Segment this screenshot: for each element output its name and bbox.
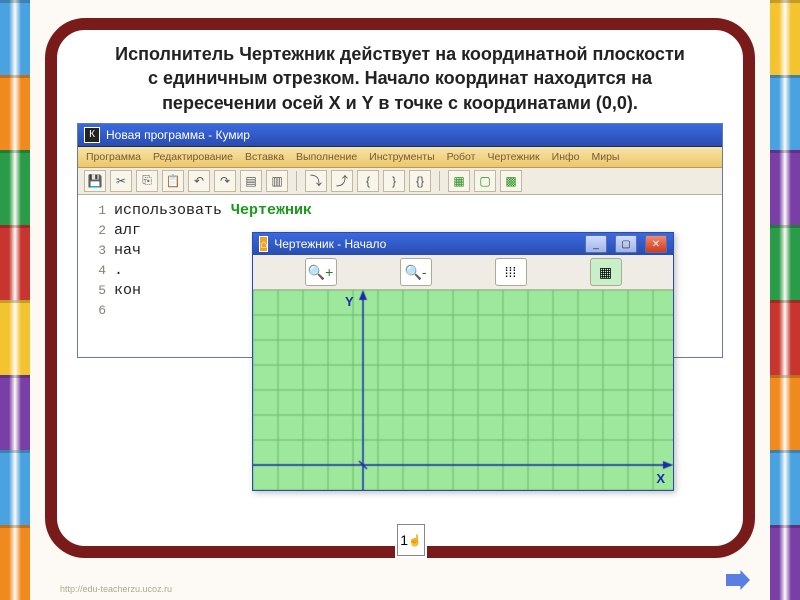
slide-frame: Исполнитель Чертежник действует на коорд…: [45, 18, 755, 558]
run-step-icon[interactable]: ⤵: [305, 170, 327, 192]
close-button[interactable]: ✕: [645, 235, 667, 253]
doc-icon[interactable]: ▤: [240, 170, 262, 192]
menu-item[interactable]: Инфо: [552, 151, 580, 163]
zoom-out-icon[interactable]: 🔍-: [400, 258, 432, 286]
doc2-icon[interactable]: ▥: [266, 170, 288, 192]
reset-view-icon[interactable]: ▦: [590, 258, 622, 286]
slide-title-line2: с единичным отрезком. Начало координат н…: [77, 66, 723, 90]
minimize-button[interactable]: _: [585, 235, 607, 253]
app-title: Новая программа - Кумир: [106, 128, 250, 142]
slide-title-line1: Исполнитель Чертежник действует на коорд…: [77, 42, 723, 66]
zoom-in-icon[interactable]: 🔍+: [305, 258, 337, 286]
cut-icon[interactable]: ✂: [110, 170, 132, 192]
slide-title: Исполнитель Чертежник действует на коорд…: [77, 42, 723, 115]
menu-item[interactable]: Выполнение: [296, 151, 357, 163]
x-axis-label: X: [656, 471, 665, 486]
brace-right-icon[interactable]: }: [383, 170, 405, 192]
app-titlebar: К Новая программа - Кумир: [78, 124, 722, 147]
toolbar: 💾 ✂ ⎘ 📋 ↶ ↷ ▤ ▥ ⤵ ⤴ { } {} ▦ ▢ ▩: [78, 168, 722, 195]
app-icon: К: [84, 127, 100, 143]
brace-left-icon[interactable]: {: [357, 170, 379, 192]
menu-item[interactable]: Вставка: [245, 151, 284, 163]
slide-title-line3: пересечении осей X и Y в точке с координ…: [77, 91, 723, 115]
draftsman-window: ⌂ Чертежник - Начало _ ▢ ✕ 🔍+ 🔍- ⁞⁞⁞ ▦ Y…: [252, 232, 674, 491]
crayons-right: [770, 0, 800, 600]
paste-icon[interactable]: 📋: [162, 170, 184, 192]
menu-item[interactable]: Программа: [86, 151, 141, 163]
draftsman-toolbar: 🔍+ 🔍- ⁞⁞⁞ ▦: [253, 255, 673, 290]
draftsman-icon: ⌂: [259, 236, 268, 252]
footer-link[interactable]: http://edu-teacherzu.ucoz.ru: [60, 584, 172, 594]
square-icon[interactable]: ▢: [474, 170, 496, 192]
copy-icon[interactable]: ⎘: [136, 170, 158, 192]
menu-item[interactable]: Миры: [591, 151, 619, 163]
run-icon[interactable]: ⤴: [331, 170, 353, 192]
brace-pair-icon[interactable]: {}: [409, 170, 431, 192]
menu-item[interactable]: Инструменты: [369, 151, 434, 163]
fill-icon[interactable]: ▩: [500, 170, 522, 192]
save-icon[interactable]: 💾: [84, 170, 106, 192]
menubar[interactable]: Программа Редактирование Вставка Выполне…: [78, 147, 722, 168]
draftsman-title: Чертежник - Начало: [274, 237, 386, 251]
grid-icon[interactable]: ▦: [448, 170, 470, 192]
undo-icon[interactable]: ↶: [188, 170, 210, 192]
draftsman-titlebar: ⌂ Чертежник - Начало _ ▢ ✕: [253, 233, 673, 255]
maximize-button[interactable]: ▢: [615, 235, 637, 253]
crayons-left: [0, 0, 30, 600]
menu-item[interactable]: Редактирование: [153, 151, 233, 163]
slide-cursor-icon: 1☝: [397, 524, 425, 556]
menu-item[interactable]: Чертежник: [487, 151, 539, 163]
redo-icon[interactable]: ↷: [214, 170, 236, 192]
coordinate-grid[interactable]: Y X: [253, 290, 673, 490]
menu-item[interactable]: Робот: [447, 151, 476, 163]
y-axis-label: Y: [345, 294, 354, 309]
grid-toggle-icon[interactable]: ⁞⁞⁞: [495, 258, 527, 286]
next-slide-button[interactable]: [726, 570, 750, 590]
